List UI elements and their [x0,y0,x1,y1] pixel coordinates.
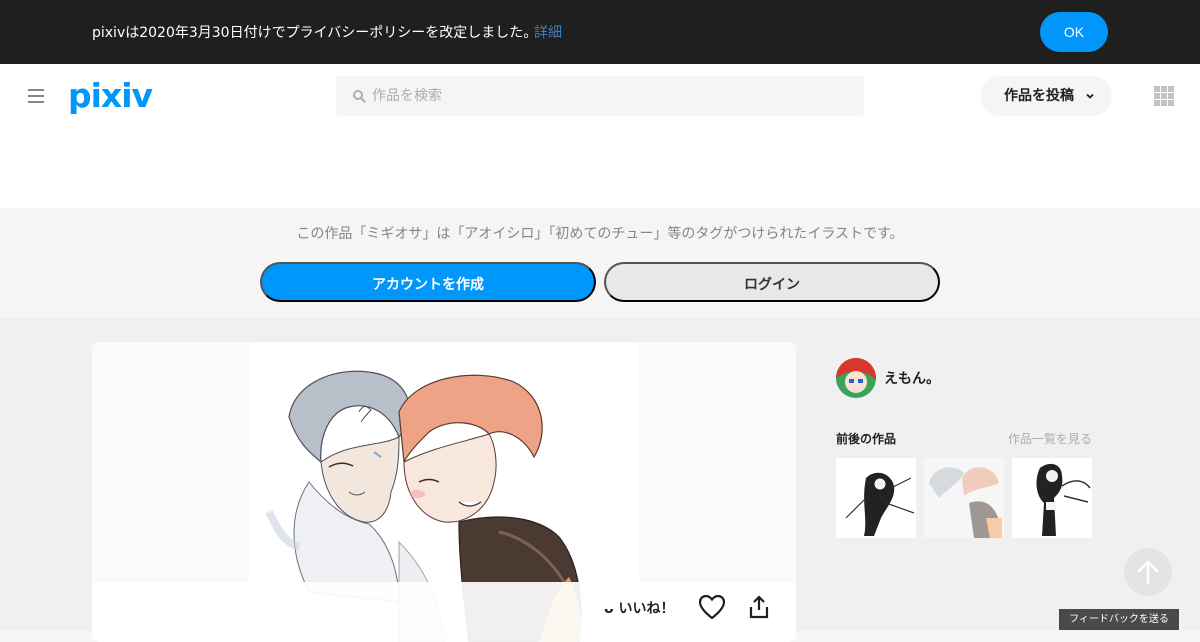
site-header: pixiv 作品を投稿 [0,64,1200,208]
login-button[interactable]: ログイン [604,262,940,302]
feedback-button[interactable]: フィードバックを送る [1059,609,1179,630]
privacy-notice-banner: pixivは2020年3月30日付けでプライバシーポリシーを改定しました。 詳細… [0,0,1200,64]
privacy-details-link[interactable]: 詳細 [534,22,562,42]
signup-promo: この作品「ミギオサ」は「アオイシロ」「初めてのチュー」等のタグがつけられたイラス… [0,208,1200,318]
arrow-up-icon [1137,560,1159,584]
artwork-card: ᴗ いいね！ [92,342,796,642]
view-all-works-link[interactable]: 作品一覧を見る [980,430,1092,447]
scroll-to-top-button[interactable] [1124,548,1172,596]
main-content: ᴗ いいね！ えもん。 前後の作品 作品一覧を見る [0,318,1200,642]
author-avatar[interactable] [836,358,876,398]
ok-button[interactable]: OK [1040,12,1108,52]
adjacent-work-thumbnail[interactable] [924,458,1004,538]
search-input[interactable] [372,76,852,116]
like-label: いいね！ [618,601,675,617]
adjacent-work-thumbnail[interactable] [1012,458,1092,538]
like-button[interactable]: ᴗ いいね！ [604,598,675,618]
create-account-button[interactable]: アカウントを作成 [260,262,596,302]
smile-icon: ᴗ [604,601,614,617]
adjacent-works-title: 前後の作品 [836,432,897,446]
artwork-tag-description: この作品「ミギオサ」は「アオイシロ」「初めてのチュー」等のタグがつけられたイラス… [296,226,904,242]
chevron-down-icon [1086,93,1094,99]
hamburger-menu-icon[interactable] [28,89,44,103]
search-box[interactable] [336,76,864,116]
adjacent-work-thumbnail[interactable] [836,458,916,538]
share-icon[interactable] [748,594,770,620]
privacy-notice-text: pixivは2020年3月30日付けでプライバシーポリシーを改定しました。 [92,25,538,41]
pixiv-logo[interactable]: pixiv [68,76,153,115]
search-icon [353,90,366,103]
heart-icon[interactable] [698,594,726,620]
post-work-label: 作品を投稿 [1004,88,1074,104]
post-work-button[interactable]: 作品を投稿 [980,76,1112,116]
apps-grid-icon[interactable] [1154,86,1174,106]
author-name[interactable]: えもん。 [884,368,940,388]
artwork-action-bar: ᴗ いいね！ [92,582,796,642]
